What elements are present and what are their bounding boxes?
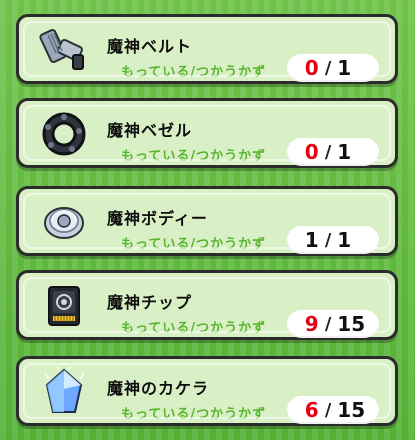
body-icon	[44, 207, 84, 239]
have-count: 9	[304, 312, 319, 336]
have-need-label: もっている/つかうかず	[121, 65, 267, 80]
have-need-label: もっている/つかうかず	[121, 149, 267, 164]
have-need-label: もっている/つかうかず	[121, 237, 267, 252]
have-count: 0	[304, 140, 319, 164]
count-separator: /	[324, 313, 332, 335]
material-card-fragment[interactable]: 魔神のカケラ もっている/つかうかず 6 / 15	[16, 356, 398, 426]
chip-icon	[48, 286, 80, 326]
material-card-belt[interactable]: 魔神ベルト もっている/つかうかず 0 / 1	[16, 14, 398, 84]
material-name: 魔神ベルト	[107, 37, 193, 56]
material-list: 魔神ベルト もっている/つかうかず 0 / 1 魔神ベゼル もっている/つかうか…	[0, 0, 415, 440]
count-badge: 0 / 1	[287, 54, 379, 82]
count-separator: /	[324, 57, 332, 79]
material-card-body[interactable]: 魔神ボディー もっている/つかうかず 1 / 1	[16, 186, 398, 256]
need-count: 1	[337, 228, 352, 252]
material-name: 魔神ボディー	[107, 209, 208, 228]
count-badge: 9 / 15	[287, 310, 379, 338]
have-need-label: もっている/つかうかず	[121, 407, 267, 422]
count-badge: 0 / 1	[287, 138, 379, 166]
count-separator: /	[324, 229, 332, 251]
count-separator: /	[324, 141, 332, 163]
count-badge: 1 / 1	[287, 226, 379, 254]
material-name: 魔神のカケラ	[107, 379, 210, 398]
have-count: 0	[304, 56, 319, 80]
need-count: 1	[337, 56, 352, 80]
belt-icon	[39, 29, 84, 70]
have-count: 6	[304, 398, 319, 422]
count-separator: /	[324, 399, 332, 421]
bezel-icon	[42, 112, 86, 156]
need-count: 15	[337, 398, 366, 422]
material-card-chip[interactable]: 魔神チップ もっている/つかうかず 9 / 15	[16, 270, 398, 340]
have-need-label: もっている/つかうかず	[121, 321, 267, 336]
material-card-bezel[interactable]: 魔神ベゼル もっている/つかうかず 0 / 1	[16, 98, 398, 168]
have-count: 1	[304, 228, 319, 252]
need-count: 15	[337, 312, 366, 336]
material-name: 魔神チップ	[107, 293, 193, 312]
material-name: 魔神ベゼル	[107, 121, 193, 140]
crystal-icon	[44, 367, 85, 413]
need-count: 1	[337, 140, 352, 164]
count-badge: 6 / 15	[287, 396, 379, 424]
